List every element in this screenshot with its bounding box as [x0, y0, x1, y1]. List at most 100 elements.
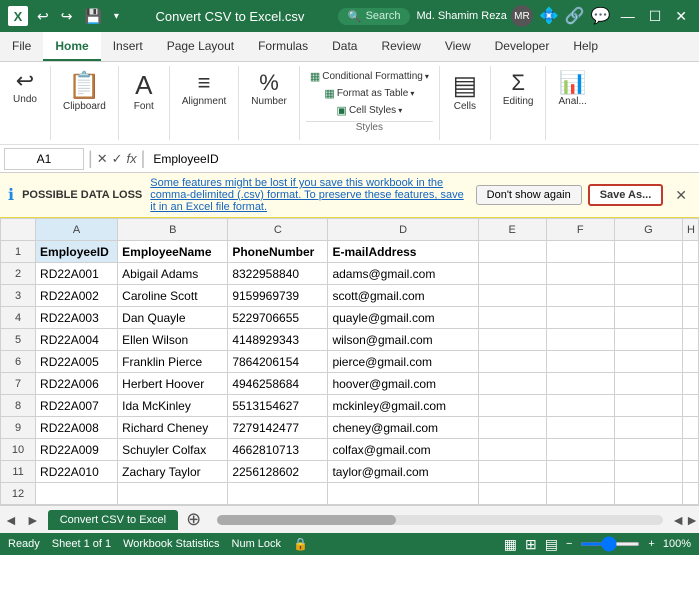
cell[interactable]: Franklin Pierce [118, 351, 228, 373]
cell[interactable] [614, 285, 682, 307]
cell[interactable] [546, 241, 614, 263]
undo-button[interactable]: ↩ Undo [6, 68, 44, 107]
cell[interactable] [478, 373, 546, 395]
cell[interactable]: RD22A006 [36, 373, 118, 395]
col-header-a[interactable]: A [36, 219, 118, 241]
cell[interactable] [478, 241, 546, 263]
tab-help[interactable]: Help [561, 32, 610, 61]
cell[interactable] [614, 329, 682, 351]
zoom-slider[interactable] [580, 542, 640, 546]
search-box[interactable]: 🔍 Search [338, 8, 411, 25]
cell[interactable]: RD22A009 [36, 439, 118, 461]
cell[interactable] [614, 263, 682, 285]
cell[interactable]: PhoneNumber [228, 241, 328, 263]
diamond-icon[interactable]: 💠 [539, 6, 559, 26]
cell[interactable]: Dan Quayle [118, 307, 228, 329]
cell[interactable]: Ida McKinley [118, 395, 228, 417]
status-workbook-stats[interactable]: Workbook Statistics [123, 538, 219, 550]
cell[interactable] [478, 461, 546, 483]
clipboard-button[interactable]: 📋 Clipboard [57, 68, 112, 114]
comments-icon[interactable]: 💬 [591, 6, 611, 26]
cell[interactable]: 4946258684 [228, 373, 328, 395]
sheet-nav-left[interactable]: ◄ [0, 512, 22, 528]
tab-review[interactable]: Review [369, 32, 432, 61]
cell[interactable] [614, 307, 682, 329]
cell[interactable] [478, 285, 546, 307]
cell[interactable] [228, 483, 328, 505]
cell[interactable]: hoover@gmail.com [328, 373, 478, 395]
cell[interactable]: 8322958840 [228, 263, 328, 285]
cell[interactable] [614, 461, 682, 483]
cell[interactable] [478, 263, 546, 285]
cell[interactable] [614, 483, 682, 505]
cell[interactable] [478, 395, 546, 417]
cell[interactable]: Schuyler Colfax [118, 439, 228, 461]
tab-formulas[interactable]: Formulas [246, 32, 320, 61]
tab-home[interactable]: Home [43, 32, 100, 61]
row-header[interactable]: 11 [1, 461, 36, 483]
quick-access-redo[interactable]: ↪ [58, 8, 76, 25]
cell[interactable] [118, 483, 228, 505]
row-header[interactable]: 9 [1, 417, 36, 439]
cell[interactable]: EmployeeID [36, 241, 118, 263]
cell[interactable] [682, 395, 698, 417]
col-header-h[interactable]: H [682, 219, 698, 241]
scroll-left-icon[interactable]: ◄ [671, 512, 685, 528]
cell[interactable]: RD22A010 [36, 461, 118, 483]
row-header[interactable]: 3 [1, 285, 36, 307]
cell[interactable]: scott@gmail.com [328, 285, 478, 307]
cell[interactable] [682, 285, 698, 307]
cell[interactable] [614, 439, 682, 461]
tab-page-layout[interactable]: Page Layout [155, 32, 246, 61]
cell[interactable] [36, 483, 118, 505]
cell[interactable] [682, 263, 698, 285]
col-header-f[interactable]: F [546, 219, 614, 241]
cell[interactable]: taylor@gmail.com [328, 461, 478, 483]
tab-file[interactable]: File [0, 32, 43, 61]
format-as-table-btn[interactable]: ▦ Format as Table ▾ [320, 85, 418, 102]
cell[interactable] [614, 351, 682, 373]
number-button[interactable]: % Number [245, 68, 293, 109]
cell[interactable]: 9159969739 [228, 285, 328, 307]
normal-view-btn[interactable]: ▦ [504, 536, 517, 553]
cell[interactable] [682, 351, 698, 373]
cell[interactable]: 7864206154 [228, 351, 328, 373]
cell[interactable] [546, 329, 614, 351]
close-warning-button[interactable]: ✕ [671, 187, 691, 204]
scrollbar-thumb[interactable] [217, 515, 395, 525]
cell[interactable] [546, 307, 614, 329]
formula-fx-btn[interactable]: fx [127, 151, 137, 166]
page-break-view-btn[interactable]: ▤ [545, 536, 558, 553]
cell[interactable]: colfax@gmail.com [328, 439, 478, 461]
cell[interactable]: adams@gmail.com [328, 263, 478, 285]
sheet-nav-right[interactable]: ► [22, 512, 44, 528]
formula-confirm-btn[interactable]: ✓ [112, 151, 123, 167]
cell[interactable] [682, 439, 698, 461]
cell[interactable]: 4662810713 [228, 439, 328, 461]
row-header[interactable]: 6 [1, 351, 36, 373]
editing-button[interactable]: Σ Editing [497, 68, 540, 109]
cell[interactable] [682, 307, 698, 329]
cell[interactable] [478, 351, 546, 373]
cell[interactable]: 7279142477 [228, 417, 328, 439]
cell-styles-btn[interactable]: ▣ Cell Styles ▾ [333, 102, 407, 119]
row-header[interactable]: 8 [1, 395, 36, 417]
cell[interactable]: cheney@gmail.com [328, 417, 478, 439]
cell[interactable] [546, 263, 614, 285]
tab-developer[interactable]: Developer [483, 32, 562, 61]
quick-access-undo[interactable]: ↩ [34, 8, 52, 25]
cell[interactable]: E-mailAddress [328, 241, 478, 263]
cell[interactable]: RD22A007 [36, 395, 118, 417]
col-header-g[interactable]: G [614, 219, 682, 241]
share-icon[interactable]: 🔗 [565, 6, 585, 26]
cell[interactable] [546, 417, 614, 439]
cell[interactable] [614, 241, 682, 263]
zoom-out-btn[interactable]: − [566, 538, 572, 550]
cell[interactable]: pierce@gmail.com [328, 351, 478, 373]
cell[interactable] [682, 329, 698, 351]
cell[interactable] [614, 417, 682, 439]
alignment-button[interactable]: ≡ Alignment [176, 68, 232, 109]
cell[interactable] [328, 483, 478, 505]
cell[interactable] [546, 483, 614, 505]
cell[interactable]: RD22A005 [36, 351, 118, 373]
